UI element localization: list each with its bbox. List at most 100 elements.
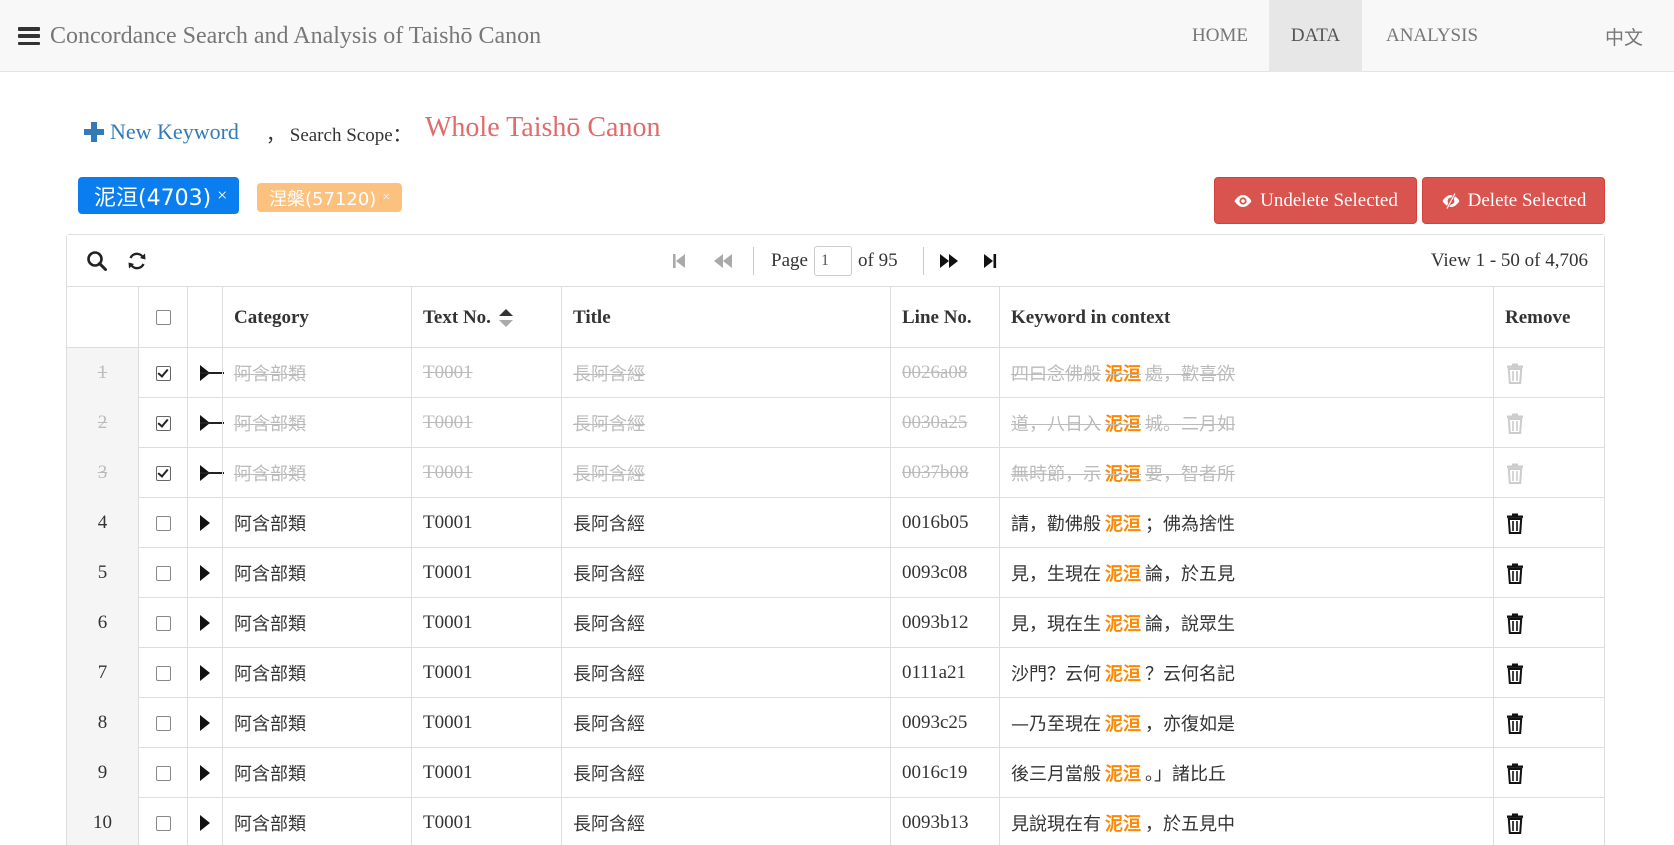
context-before: —乃至現在 xyxy=(1011,714,1101,735)
row-number: 10 xyxy=(67,798,138,845)
title-cell: 長阿含經 xyxy=(561,698,890,748)
category-cell: 阿含部類 xyxy=(222,498,411,548)
expand-cell xyxy=(187,498,222,548)
kwic-header[interactable]: Keyword in context xyxy=(999,287,1493,348)
row-checkbox[interactable] xyxy=(155,715,171,731)
line-no-header[interactable]: Line No. xyxy=(890,287,999,348)
row-checkbox[interactable] xyxy=(155,815,171,831)
table-row[interactable]: 5 阿含部類 T0001 長阿含經 0093c08 見，生現在 泥洹 論，於五見 xyxy=(67,548,1604,598)
table-row[interactable]: 4 阿含部類 T0001 長阿含經 0016b05 請，勸佛般 泥洹 ；佛為捨性 xyxy=(67,498,1604,548)
title-header[interactable]: Title xyxy=(561,287,890,348)
row-number: 2 xyxy=(67,398,138,448)
expand-triangle-icon[interactable] xyxy=(200,715,210,731)
menu-icon[interactable] xyxy=(18,27,40,45)
keyword-tag-active[interactable]: 泥洹(4703) × xyxy=(78,177,240,214)
close-icon[interactable]: × xyxy=(217,185,227,206)
view-record-info: View 1 - 50 of 4,706 xyxy=(1430,250,1588,271)
expand-triangle-icon[interactable] xyxy=(200,415,224,431)
last-page-icon[interactable] xyxy=(981,249,999,273)
expand-triangle-icon[interactable] xyxy=(200,465,224,481)
keyword-tag-inactive[interactable]: 涅槃(57120) × xyxy=(257,183,403,212)
category-header[interactable]: Category xyxy=(222,287,411,348)
row-select-cell xyxy=(138,348,187,398)
remove-button[interactable] xyxy=(1493,648,1606,698)
table-row[interactable]: 3 阿含部類 T0001 長阿含經 0037b08 無時節，示 泥洹 要，智者所 xyxy=(67,448,1604,498)
kwic-cell: 見說現在有 泥洹 ，於五見中 xyxy=(999,798,1493,845)
refresh-icon[interactable] xyxy=(126,250,148,272)
search-icon[interactable] xyxy=(86,250,108,272)
new-keyword-button[interactable]: New Keyword xyxy=(84,114,239,150)
trash-icon xyxy=(1507,513,1523,534)
category-cell: 阿含部類 xyxy=(222,748,411,798)
row-select-cell xyxy=(138,498,187,548)
row-checkbox[interactable] xyxy=(155,565,171,581)
remove-button[interactable] xyxy=(1493,398,1606,448)
next-page-icon[interactable] xyxy=(937,249,961,273)
page-number-input[interactable] xyxy=(814,246,852,276)
first-page-icon[interactable] xyxy=(671,249,689,273)
expand-triangle-icon[interactable] xyxy=(200,815,210,831)
keyword-highlight: 泥洹 xyxy=(1105,764,1141,785)
sort-icon[interactable] xyxy=(497,307,515,329)
remove-button[interactable] xyxy=(1493,548,1606,598)
expand-triangle-icon[interactable] xyxy=(200,365,224,381)
expand-cell xyxy=(187,748,222,798)
remove-button[interactable] xyxy=(1493,598,1606,648)
new-keyword-label: New Keyword xyxy=(110,119,239,144)
language-toggle[interactable]: 中文 xyxy=(1592,0,1656,72)
remove-button[interactable] xyxy=(1493,798,1606,845)
close-icon[interactable]: × xyxy=(382,190,390,206)
keyword-highlight: 泥洹 xyxy=(1105,714,1141,735)
expand-triangle-icon[interactable] xyxy=(200,515,210,531)
expand-triangle-icon[interactable] xyxy=(200,665,210,681)
row-checkbox[interactable] xyxy=(155,415,171,431)
undelete-selected-button[interactable]: Undelete Selected xyxy=(1214,177,1417,224)
table-row[interactable]: 6 阿含部類 T0001 長阿含經 0093b12 見，現在生 泥洹 論，說眾生 xyxy=(67,598,1604,648)
row-checkbox[interactable] xyxy=(155,665,171,681)
table-row[interactable]: 1 阿含部類 T0001 長阿含經 0026a08 四曰念佛般 泥洹 處，歡喜欲 xyxy=(67,348,1604,398)
nav-analysis[interactable]: ANALYSIS xyxy=(1370,0,1494,72)
line-no-cell: 0093b12 xyxy=(890,598,999,648)
title-cell: 長阿含經 xyxy=(561,498,890,548)
keyword-highlight: 泥洹 xyxy=(1105,414,1141,435)
table-row[interactable]: 10 阿含部類 T0001 長阿含經 0093b13 見說現在有 泥洹 ，於五見中 xyxy=(67,798,1604,845)
context-after: 要，智者所 xyxy=(1145,464,1235,485)
table-row[interactable]: 2 阿含部類 T0001 長阿含經 0030a25 道，八日入 泥洹 城。二月如 xyxy=(67,398,1604,448)
row-checkbox[interactable] xyxy=(155,615,171,631)
nav-home[interactable]: HOME xyxy=(1170,0,1270,72)
page-label: Page xyxy=(771,250,808,271)
expand-triangle-icon[interactable] xyxy=(200,615,210,631)
expand-triangle-icon[interactable] xyxy=(200,565,210,581)
text-no-header[interactable]: Text No. xyxy=(411,287,561,348)
remove-button[interactable] xyxy=(1493,348,1606,398)
row-checkbox[interactable] xyxy=(155,515,171,531)
delete-selected-button[interactable]: Delete Selected xyxy=(1422,177,1605,224)
context-before: 後三月當般 xyxy=(1011,764,1101,785)
title-cell: 長阿含經 xyxy=(561,398,890,448)
kwic-cell: 見，現在生 泥洹 論，說眾生 xyxy=(999,598,1493,648)
line-no-cell: 0016b05 xyxy=(890,498,999,548)
context-before: 道，八日入 xyxy=(1011,414,1101,435)
context-before: 見，現在生 xyxy=(1011,614,1101,635)
select-all-checkbox[interactable] xyxy=(155,310,171,325)
previous-page-icon[interactable] xyxy=(711,249,735,273)
remove-button[interactable] xyxy=(1493,698,1606,748)
grid-pager: Page of 95 View 1 - 50 of 4,706 xyxy=(67,235,1604,287)
table-row[interactable]: 8 阿含部類 T0001 長阿含經 0093c25 —乃至現在 泥洹 ，亦復如是 xyxy=(67,698,1604,748)
remove-button[interactable] xyxy=(1493,448,1606,498)
nav-data[interactable]: DATA xyxy=(1269,0,1362,72)
line-no-cell: 0093c08 xyxy=(890,548,999,598)
keyword-highlight: 泥洹 xyxy=(1105,464,1141,485)
row-checkbox[interactable] xyxy=(155,365,171,381)
search-scope-value[interactable]: Whole Taishō Canon xyxy=(425,112,660,144)
table-row[interactable]: 9 阿含部類 T0001 長阿含經 0016c19 後三月當般 泥洹 。」諸比丘 xyxy=(67,748,1604,798)
trash-icon xyxy=(1507,613,1523,634)
table-row[interactable]: 7 阿含部類 T0001 長阿含經 0111a21 沙門？云何 泥洹 ？云何名記 xyxy=(67,648,1604,698)
expand-triangle-icon[interactable] xyxy=(200,765,210,781)
app-title[interactable]: Concordance Search and Analysis of Taish… xyxy=(50,23,541,50)
row-checkbox[interactable] xyxy=(155,465,171,481)
row-checkbox[interactable] xyxy=(155,765,171,781)
remove-button[interactable] xyxy=(1493,748,1606,798)
remove-button[interactable] xyxy=(1493,498,1606,548)
text-no-cell: T0001 xyxy=(411,698,561,748)
